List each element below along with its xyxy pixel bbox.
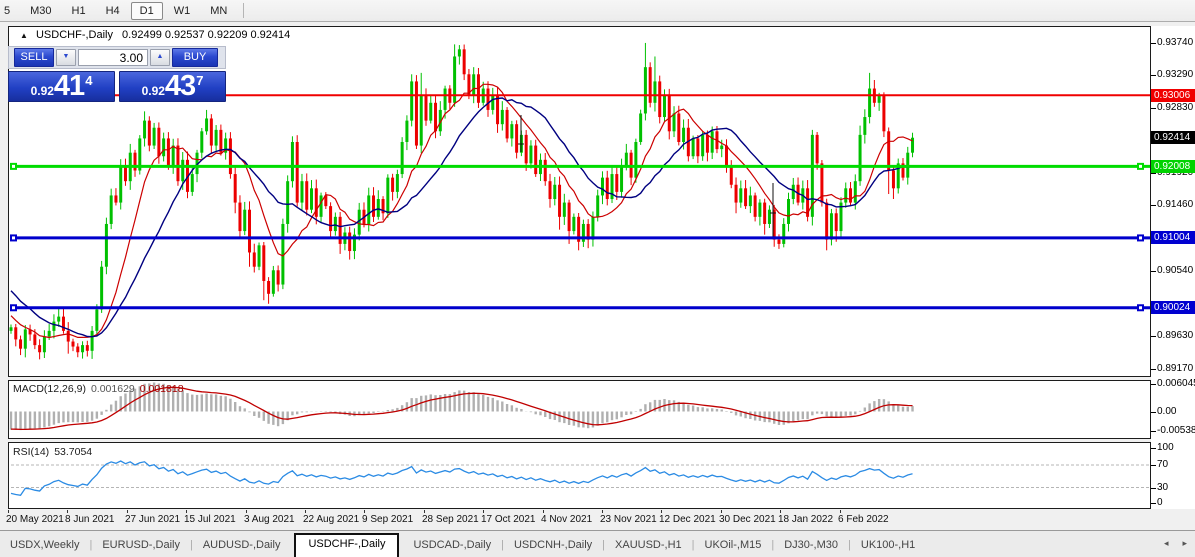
chart-tab-usdx-weekly[interactable]: USDX,Weekly	[0, 535, 89, 557]
sell-price-box[interactable]: 0.92 41 4	[8, 71, 115, 102]
timeframe-toolbar: 5M30H1H4D1W1MN	[0, 0, 1195, 22]
chart-tab-xauusd-h1[interactable]: XAUUSD-,H1	[605, 535, 692, 557]
volume-input[interactable]	[78, 49, 148, 66]
chart-tab-eurusd-daily[interactable]: EURUSD-,Daily	[92, 535, 190, 557]
mt4-terminal: { "toolbar": { "timeframes": ["5", "M30"…	[0, 0, 1195, 556]
rsi-panel[interactable]	[8, 442, 1151, 509]
tab-scroll-buttons: ◂ ▸	[1164, 538, 1187, 549]
date-tick-mark	[8, 510, 9, 513]
tab-scroll-left-icon[interactable]: ◂	[1164, 538, 1169, 549]
date-label: 23 Nov 2021	[600, 514, 657, 525]
date-tick-mark	[840, 510, 841, 513]
date-tick-mark	[305, 510, 306, 513]
buy-price-box[interactable]: 0.92 43 7	[119, 71, 226, 102]
date-label: 22 Aug 2021	[303, 514, 359, 525]
buy-price-prefix: 0.92	[142, 84, 165, 98]
sell-price-prefix: 0.92	[31, 84, 54, 98]
date-tick-mark	[543, 510, 544, 513]
chart-tab-usdcnh-daily[interactable]: USDCNH-,Daily	[504, 535, 602, 557]
collapse-panel-icon[interactable]: ▲	[20, 31, 28, 40]
date-label: 27 Jun 2021	[125, 514, 180, 525]
tab-scroll-right-icon[interactable]: ▸	[1182, 538, 1187, 549]
date-tick-mark	[364, 510, 365, 513]
date-label: 15 Jul 2021	[184, 514, 236, 525]
date-label: 8 Jun 2021	[65, 514, 115, 525]
timeframe-button-h1[interactable]: H1	[63, 2, 95, 20]
toolbar-separator	[243, 3, 244, 18]
volume-increase-button[interactable]: ▲	[150, 49, 170, 66]
sell-price-main: 41	[54, 73, 84, 100]
date-tick-mark	[186, 510, 187, 513]
timeframe-button-m30[interactable]: M30	[21, 2, 60, 20]
rsi-indicator-label: RSI(14)53.7054	[13, 446, 92, 458]
timeframe-button-h4[interactable]: H4	[97, 2, 129, 20]
chart-ohlc-values: 0.92499 0.92537 0.92209 0.92414	[122, 29, 290, 41]
date-label: 20 May 2021	[6, 514, 64, 525]
macd-signal-value: 0.001818	[140, 383, 184, 395]
date-label: 3 Aug 2021	[244, 514, 295, 525]
trade-controls-row: SELL ▼ ▲ BUY	[8, 46, 226, 69]
timeframe-button-5[interactable]: 5	[1, 2, 19, 20]
sell-price-pip: 4	[85, 73, 92, 88]
date-label: 12 Dec 2021	[659, 514, 716, 525]
date-tick-mark	[661, 510, 662, 513]
trade-prices-row: 0.92 41 4 0.92 43 7	[8, 71, 226, 102]
timeframe-button-w1[interactable]: W1	[165, 2, 200, 20]
date-tick-mark	[424, 510, 425, 513]
timeframe-button-d1[interactable]: D1	[131, 2, 163, 20]
date-label: 6 Feb 2022	[838, 514, 889, 525]
timeframe-button-mn[interactable]: MN	[201, 2, 236, 20]
chart-tab-usdcad-daily[interactable]: USDCAD-,Daily	[403, 535, 501, 557]
date-label: 28 Sep 2021	[422, 514, 479, 525]
chart-tab-usdchf-daily[interactable]: USDCHF-,Daily	[294, 533, 399, 557]
date-tick-mark	[246, 510, 247, 513]
chart-tab-dj30-m30[interactable]: DJ30-,M30	[774, 535, 848, 557]
chart-symbol-label: USDCHF-,Daily	[36, 29, 113, 41]
price-axis-background	[1151, 26, 1195, 509]
chart-title: ▲ USDCHF-,Daily 0.92499 0.92537 0.92209 …	[20, 29, 290, 41]
date-label: 4 Nov 2021	[541, 514, 592, 525]
chart-tab-audusd-daily[interactable]: AUDUSD-,Daily	[193, 535, 291, 557]
date-label: 30 Dec 2021	[719, 514, 776, 525]
date-label: 17 Oct 2021	[481, 514, 535, 525]
date-tick-mark	[780, 510, 781, 513]
date-axis[interactable]: 20 May 20218 Jun 2021 27 Jun 2021 15 Jul 2…	[0, 510, 1195, 530]
volume-decrease-button[interactable]: ▼	[56, 49, 76, 66]
date-label: 9 Sep 2021	[362, 514, 413, 525]
rsi-value: 53.7054	[54, 446, 92, 458]
macd-main-value: 0.001629	[91, 383, 135, 395]
buy-price-pip: 7	[196, 73, 203, 88]
one-click-trading-panel: SELL ▼ ▲ BUY 0.92 41 4 0.92 43 7	[8, 46, 226, 102]
date-tick-mark	[602, 510, 603, 513]
date-label: 18 Jan 2022	[778, 514, 833, 525]
chart-tab-uk100-h1[interactable]: UK100-,H1	[851, 535, 925, 557]
date-tick-mark	[67, 510, 68, 513]
chart-tab-ukoil-m15[interactable]: UKOil-,M15	[695, 535, 772, 557]
chart-tabs-bar: USDX,Weekly|EURUSD-,Daily|AUDUSD-,DailyU…	[0, 530, 1195, 557]
sell-button[interactable]: SELL	[14, 48, 54, 67]
macd-indicator-label: MACD(12,26,9)0.0016290.001818	[13, 383, 184, 395]
buy-price-main: 43	[165, 73, 195, 100]
rsi-chart[interactable]	[9, 443, 1150, 508]
date-tick-mark	[483, 510, 484, 513]
date-tick-mark	[721, 510, 722, 513]
buy-button[interactable]: BUY	[172, 48, 218, 67]
date-tick-mark	[127, 510, 128, 513]
